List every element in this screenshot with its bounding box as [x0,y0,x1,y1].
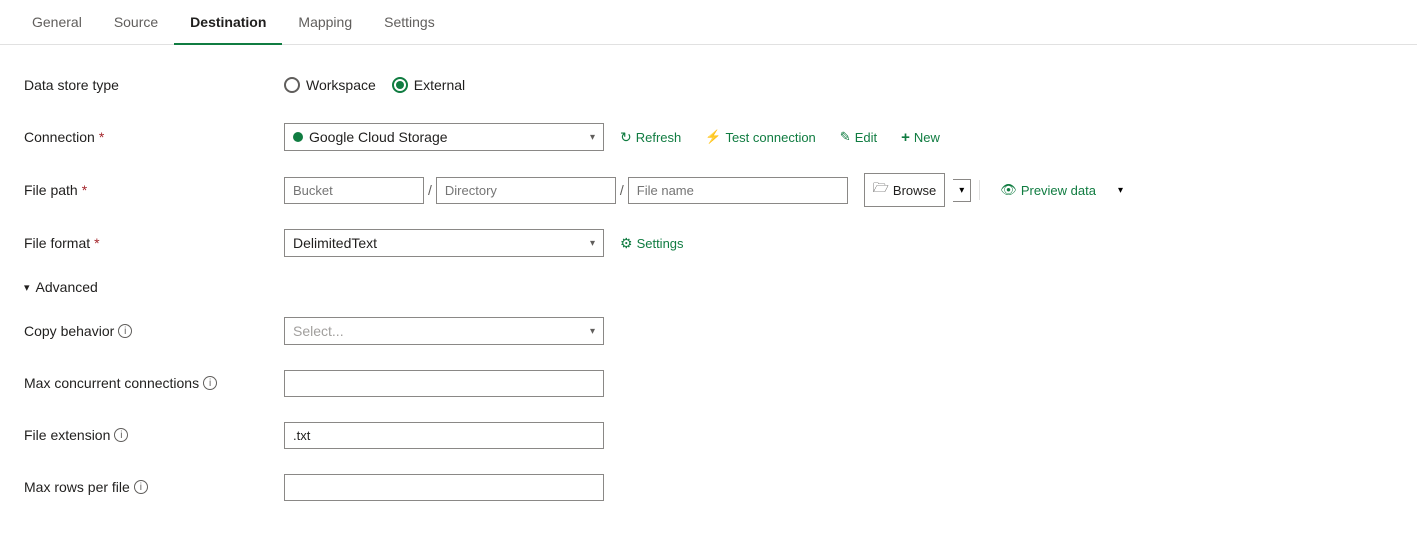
max-rows-row: Max rows per file i [24,471,1393,503]
max-rows-label: Max rows per file i [24,479,284,495]
max-connections-controls [284,370,1393,397]
radio-workspace-input[interactable] [284,77,300,93]
file-extension-info-icon[interactable]: i [114,428,128,442]
copy-behavior-placeholder: Select... [293,323,344,339]
file-format-label: File format * [24,235,284,251]
file-format-required: * [94,235,99,251]
format-settings-label: Settings [637,236,684,251]
connection-dropdown[interactable]: Google Cloud Storage ▾ [284,123,604,151]
refresh-icon: ↻ [620,129,632,146]
path-separator-1: / [424,177,436,203]
filename-input[interactable] [628,177,848,204]
copy-behavior-label: Copy behavior i [24,323,284,339]
max-rows-info-icon[interactable]: i [134,480,148,494]
format-settings-icon: ⚙ [620,235,633,252]
copy-behavior-controls: Select... ▾ [284,317,1393,345]
connection-chevron-icon: ▾ [590,132,595,143]
tab-source[interactable]: Source [98,0,174,44]
file-extension-controls [284,422,1393,449]
tab-bar: General Source Destination Mapping Setti… [0,0,1417,45]
refresh-button[interactable]: ↻ Refresh [612,124,689,151]
browse-folder-icon: 🗁 [873,179,889,201]
copy-behavior-row: Copy behavior i Select... ▾ [24,315,1393,347]
test-connection-icon: ⚡ [705,129,721,145]
copy-behavior-chevron-icon: ▾ [590,326,595,337]
preview-chevron-icon: ▾ [1118,185,1123,196]
tab-mapping[interactable]: Mapping [282,0,368,44]
max-rows-input[interactable] [284,474,604,501]
file-path-label: File path * [24,182,284,198]
browse-label: Browse [893,183,936,198]
file-format-chevron-icon: ▾ [590,238,595,249]
data-store-radio-group: Workspace External [284,77,465,93]
preview-chevron-button[interactable]: ▾ [1112,180,1129,201]
connection-required: * [99,129,104,145]
advanced-chevron-icon: ▾ [24,281,30,294]
max-connections-row: Max concurrent connections i [24,367,1393,399]
max-connections-info-icon[interactable]: i [203,376,217,390]
advanced-label: Advanced [36,279,98,295]
file-extension-input[interactable] [284,422,604,449]
edit-icon: ✎ [840,129,851,145]
radio-workspace[interactable]: Workspace [284,77,376,93]
copy-behavior-info-icon[interactable]: i [118,324,132,338]
preview-divider [979,180,980,200]
directory-input[interactable] [436,177,616,204]
preview-icon: 👁 [1000,182,1017,198]
tab-destination[interactable]: Destination [174,0,282,44]
tab-settings[interactable]: Settings [368,0,451,44]
file-path-required: * [82,182,87,198]
file-path-inputs: / / [284,177,848,204]
connection-dropdown-label: Google Cloud Storage [293,129,582,145]
file-format-dropdown-label: DelimitedText [293,235,582,251]
data-store-type-label: Data store type [24,77,284,93]
advanced-toggle[interactable]: ▾ Advanced [24,279,1393,295]
radio-external-input[interactable] [392,77,408,93]
max-connections-input[interactable] [284,370,604,397]
data-store-type-row: Data store type Workspace External [24,69,1393,101]
tab-general[interactable]: General [16,0,98,44]
connection-row: Connection * Google Cloud Storage ▾ ↻ Re… [24,121,1393,153]
copy-behavior-dropdown[interactable]: Select... ▾ [284,317,604,345]
browse-button[interactable]: 🗁 Browse [864,173,945,207]
bucket-input[interactable] [284,177,424,204]
radio-workspace-label: Workspace [306,77,376,93]
preview-data-label: Preview data [1021,183,1096,198]
test-connection-button[interactable]: ⚡ Test connection [697,124,824,150]
file-path-row: File path * / / 🗁 Browse ▾ 👁 Preview dat [24,173,1393,207]
copy-behavior-dropdown-label: Select... [293,323,582,339]
file-path-controls: / / 🗁 Browse ▾ 👁 Preview data ▾ [284,173,1393,207]
edit-label: Edit [855,130,877,145]
preview-data-button[interactable]: 👁 Preview data [992,177,1104,203]
new-icon: + [901,129,910,146]
test-connection-label: Test connection [725,130,815,145]
connection-controls: Google Cloud Storage ▾ ↻ Refresh ⚡ Test … [284,123,1393,151]
file-format-row: File format * DelimitedText ▾ ⚙ Settings [24,227,1393,259]
format-settings-button[interactable]: ⚙ Settings [612,230,692,257]
browse-chevron-icon: ▾ [959,185,964,196]
max-rows-controls [284,474,1393,501]
connection-value: Google Cloud Storage [309,129,448,145]
max-connections-label: Max concurrent connections i [24,375,284,391]
file-format-controls: DelimitedText ▾ ⚙ Settings [284,229,1393,257]
browse-chevron-button[interactable]: ▾ [953,179,971,202]
edit-button[interactable]: ✎ Edit [832,124,885,150]
path-separator-2: / [616,177,628,203]
new-button[interactable]: + New [893,124,948,151]
data-store-type-controls: Workspace External [284,77,1393,93]
file-format-dropdown[interactable]: DelimitedText ▾ [284,229,604,257]
form-content: Data store type Workspace External Conne… [0,45,1417,547]
file-format-value: DelimitedText [293,235,377,251]
connection-label: Connection * [24,129,284,145]
new-label: New [914,130,940,145]
connection-status-dot [293,132,303,142]
file-extension-label: File extension i [24,427,284,443]
file-extension-row: File extension i [24,419,1393,451]
refresh-label: Refresh [636,130,682,145]
radio-external-label: External [414,77,465,93]
radio-external[interactable]: External [392,77,465,93]
